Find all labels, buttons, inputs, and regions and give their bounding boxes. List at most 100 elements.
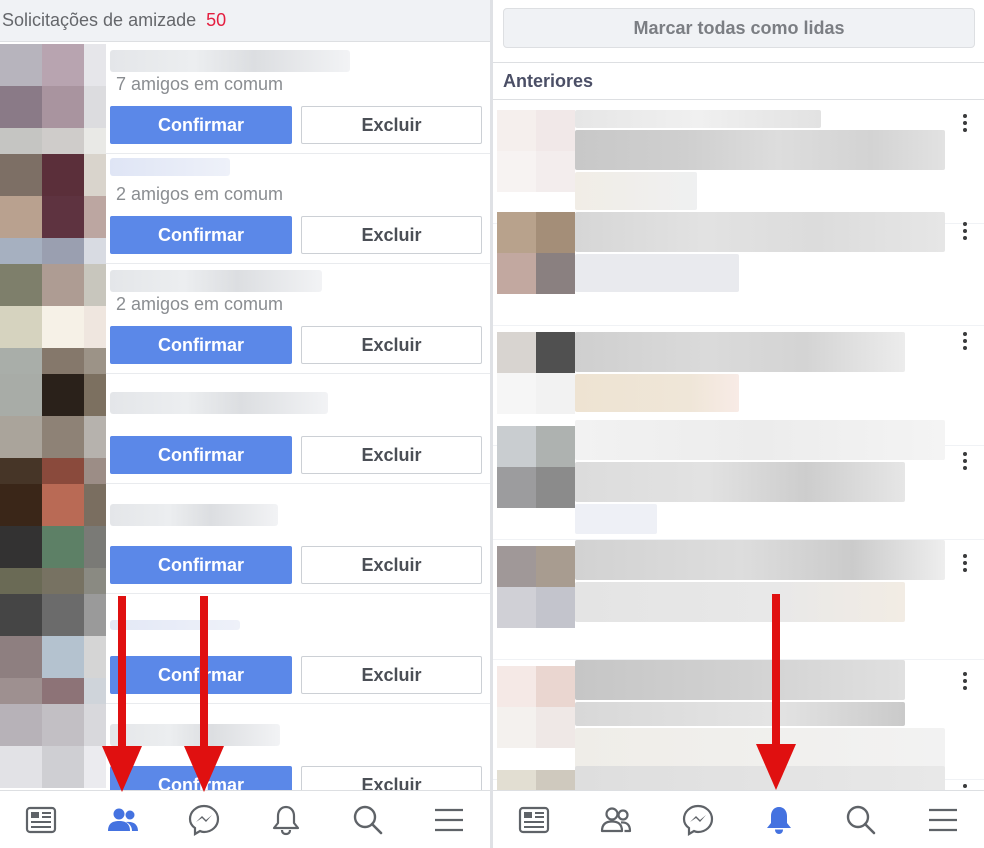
tab-menu[interactable]	[902, 791, 984, 848]
requester-avatar[interactable]	[0, 264, 106, 374]
requester-avatar[interactable]	[0, 44, 106, 154]
more-options-icon[interactable]	[960, 450, 970, 472]
delete-button[interactable]: Excluir	[301, 216, 482, 254]
friend-request-item: Confirmar Excluir	[0, 704, 490, 790]
more-options-icon[interactable]	[960, 782, 970, 790]
notifications-icon	[272, 805, 299, 835]
confirm-button[interactable]: Confirmar	[110, 436, 292, 474]
tab-menu[interactable]	[408, 791, 490, 848]
tab-news-feed[interactable]	[0, 791, 82, 848]
confirm-button[interactable]: Confirmar	[110, 326, 292, 364]
tab-friends[interactable]	[82, 791, 164, 848]
notification-item[interactable]	[493, 420, 984, 540]
notification-text	[575, 172, 697, 210]
tab-search[interactable]	[820, 791, 902, 848]
tab-notifications[interactable]	[738, 791, 820, 848]
notifications-screen: Marcar todas como lidas Anteriores	[493, 0, 984, 848]
search-icon	[847, 805, 876, 834]
notification-text	[575, 254, 739, 292]
search-icon	[353, 805, 382, 834]
more-options-icon[interactable]	[960, 670, 970, 692]
delete-button[interactable]: Excluir	[301, 326, 482, 364]
tab-search[interactable]	[327, 791, 409, 848]
more-options-icon[interactable]	[960, 220, 970, 242]
messenger-icon	[682, 804, 713, 836]
more-options-icon[interactable]	[960, 112, 970, 134]
notification-item[interactable]	[493, 764, 984, 790]
tab-friends[interactable]	[575, 791, 657, 848]
tab-news-feed[interactable]	[493, 791, 575, 848]
mutual-friends-text: 7 amigos em comum	[116, 74, 284, 94]
bottom-navigation-bar	[0, 790, 490, 848]
friend-request-item: Confirmar Excluir	[0, 484, 490, 594]
friend-requests-screen: Solicitações de amizade 50 7 amigos em c…	[0, 0, 490, 848]
requester-name[interactable]	[110, 50, 350, 72]
notification-avatar	[497, 332, 575, 414]
menu-icon	[929, 808, 958, 831]
delete-button[interactable]: Excluir	[301, 546, 482, 584]
news-feed-icon	[25, 806, 56, 833]
friend-request-item: Confirmar Excluir	[0, 594, 490, 704]
requester-name[interactable]	[110, 158, 230, 176]
friend-requests-title: Solicitações de amizade	[2, 10, 197, 30]
notification-text	[575, 212, 945, 252]
notification-list	[493, 104, 984, 790]
tab-messenger[interactable]	[657, 791, 739, 848]
confirm-button[interactable]: Confirmar	[110, 216, 292, 254]
notification-text	[575, 660, 905, 700]
notification-text	[575, 420, 945, 460]
friend-request-item: Confirmar Excluir	[0, 374, 490, 484]
notification-text	[575, 374, 739, 412]
notification-text	[575, 540, 945, 580]
notification-text	[575, 332, 905, 372]
friend-request-item: 2 amigos em comum Confirmar Excluir	[0, 264, 490, 374]
friend-request-item: 7 amigos em comum Confirmar Excluir	[0, 44, 490, 154]
friend-requests-header: Solicitações de amizade 50	[0, 0, 490, 42]
delete-button[interactable]: Excluir	[301, 656, 482, 694]
delete-button[interactable]: Excluir	[301, 106, 482, 144]
friends-icon	[600, 806, 631, 832]
delete-button[interactable]: Excluir	[301, 766, 482, 790]
tab-notifications[interactable]	[245, 791, 327, 848]
notification-item[interactable]	[493, 660, 984, 780]
notification-text	[575, 110, 821, 128]
notification-item[interactable]	[493, 540, 984, 660]
requester-name[interactable]	[110, 504, 278, 526]
messenger-icon	[189, 804, 220, 836]
more-options-icon[interactable]	[960, 552, 970, 574]
confirm-button[interactable]: Confirmar	[110, 106, 292, 144]
notifications-icon	[767, 806, 792, 834]
notification-text	[575, 130, 945, 170]
requester-avatar[interactable]	[0, 704, 106, 790]
requester-name[interactable]	[110, 270, 322, 292]
notification-avatar	[497, 426, 575, 508]
delete-button[interactable]: Excluir	[301, 436, 482, 474]
notification-avatar	[497, 212, 575, 294]
annotation-arrow	[184, 596, 224, 792]
notification-avatar	[497, 666, 575, 748]
friend-request-item: 2 amigos em comum Confirmar Excluir	[0, 154, 490, 264]
notification-avatar	[497, 770, 575, 790]
requester-name[interactable]	[110, 392, 328, 414]
requester-avatar[interactable]	[0, 594, 106, 704]
confirm-button[interactable]: Confirmar	[110, 546, 292, 584]
requester-avatar[interactable]	[0, 484, 106, 594]
notification-text	[575, 582, 905, 622]
mark-all-read-button[interactable]: Marcar todas como lidas	[503, 8, 975, 48]
friend-requests-count: 50	[206, 10, 227, 30]
annotation-arrow	[756, 594, 796, 790]
notification-text	[575, 462, 905, 502]
friends-icon	[107, 808, 138, 831]
notification-item[interactable]	[493, 206, 984, 326]
requester-avatar[interactable]	[0, 154, 106, 264]
tab-messenger[interactable]	[163, 791, 245, 848]
menu-icon	[435, 808, 464, 831]
requester-avatar[interactable]	[0, 374, 106, 484]
friend-request-list: 7 amigos em comum Confirmar Excluir 2 am…	[0, 44, 490, 790]
notification-text	[575, 702, 905, 726]
notification-text	[575, 504, 657, 534]
section-title: Anteriores	[493, 62, 984, 100]
bottom-navigation-bar	[493, 790, 984, 848]
more-options-icon[interactable]	[960, 330, 970, 352]
mutual-friends-text: 2 amigos em comum	[116, 184, 284, 204]
